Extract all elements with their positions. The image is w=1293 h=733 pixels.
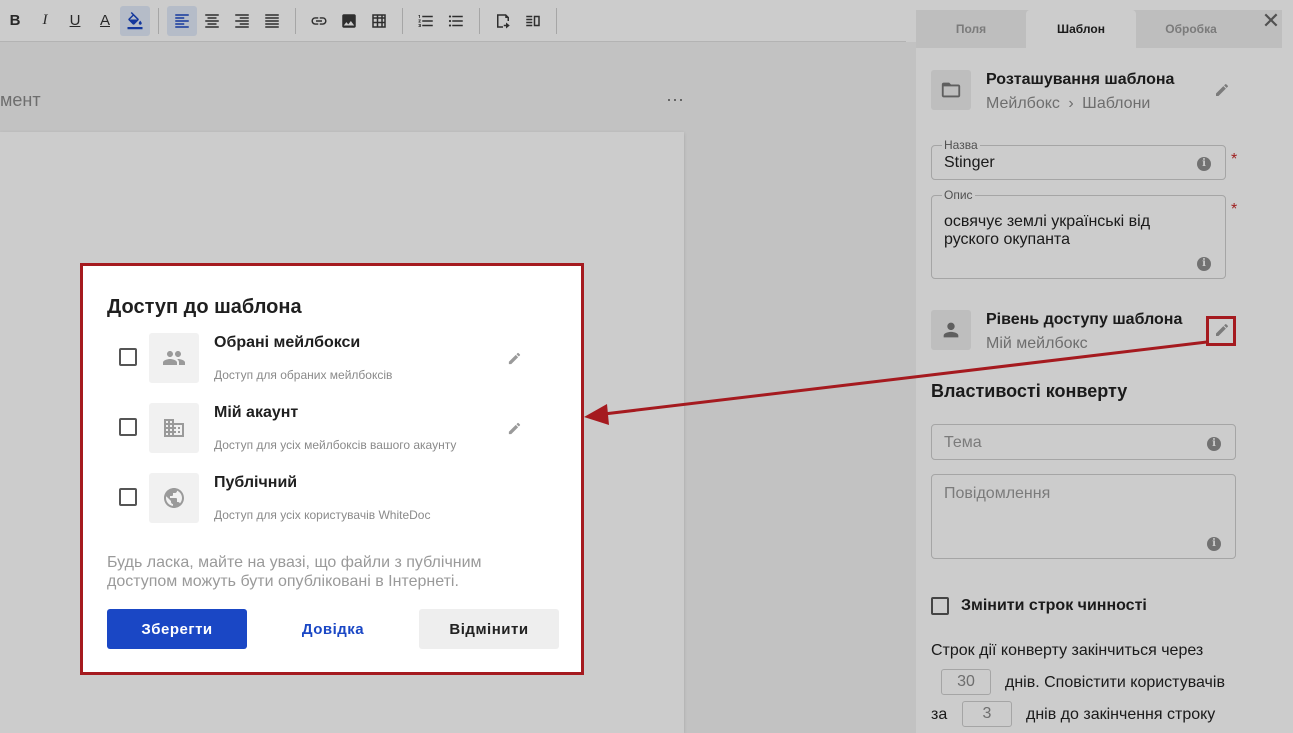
pencil-icon <box>508 422 521 435</box>
edit-selected-mailboxes-button[interactable] <box>507 351 523 367</box>
option-subtitle: Доступ для усіх мейлбоксів вашого акаунт… <box>214 438 457 452</box>
help-button[interactable]: Довідка <box>263 609 403 649</box>
selected-mailboxes-checkbox[interactable] <box>119 348 137 366</box>
edit-my-account-button[interactable] <box>507 421 523 437</box>
option-subtitle: Доступ для обраних мейлбоксів <box>214 368 393 382</box>
group-icon <box>149 333 199 383</box>
building-icon <box>149 403 199 453</box>
dialog-title: Доступ до шаблона <box>107 296 302 318</box>
my-account-checkbox[interactable] <box>119 418 137 436</box>
cancel-button[interactable]: Відмінити <box>419 609 559 649</box>
option-subtitle: Доступ для усіх користувачів WhiteDoc <box>214 508 431 522</box>
pencil-icon <box>508 352 521 365</box>
save-button[interactable]: Зберегти <box>107 609 247 649</box>
template-access-dialog: Доступ до шаблона Обрані мейлбокси Досту… <box>80 263 584 675</box>
option-title: Обрані мейлбокси <box>214 334 361 351</box>
option-title: Публічний <box>214 474 298 491</box>
globe-icon <box>149 473 199 523</box>
public-warning-note: Будь ласка, майте на увазі, що файли з п… <box>107 554 482 590</box>
public-checkbox[interactable] <box>119 488 137 506</box>
annotation-highlight <box>1206 316 1236 346</box>
option-title: Мій акаунт <box>214 404 299 421</box>
